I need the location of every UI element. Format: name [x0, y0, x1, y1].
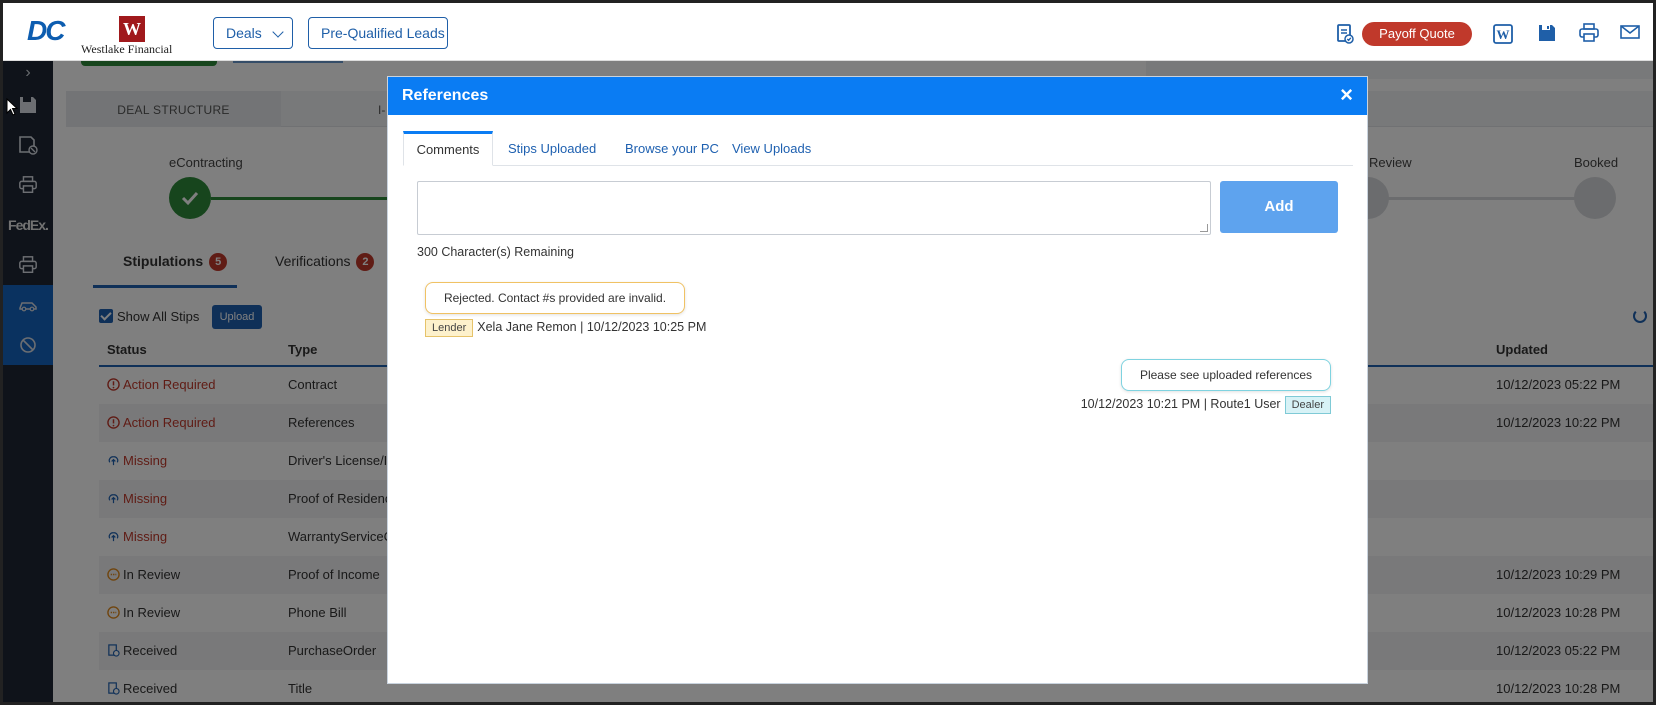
- dealer-comment-author: 10/12/2023 10:21 PM | Route1 User: [1080, 397, 1281, 411]
- references-modal: References × Comments Stips Uploaded Bro…: [387, 76, 1368, 684]
- add-comment-button[interactable]: Add: [1220, 181, 1338, 233]
- word-icon[interactable]: W: [1492, 23, 1514, 45]
- lender-comment-meta: Lender Xela Jane Remon | 10/12/2023 10:25…: [425, 319, 706, 337]
- save-icon[interactable]: [1537, 23, 1559, 45]
- dealer-comment-meta: 10/12/2023 10:21 PM | Route1 User Dealer: [1081, 396, 1331, 414]
- chevron-down-icon: [272, 26, 284, 38]
- modal-title: References: [402, 87, 489, 104]
- close-icon[interactable]: ×: [1340, 83, 1353, 107]
- westlake-logo-text: Westlake Financial: [81, 42, 173, 56]
- modal-tabs: Comments Stips Uploaded Browse your PC V…: [403, 131, 1353, 166]
- tab-browse-your-pc[interactable]: Browse your PC: [625, 131, 719, 166]
- document-check-icon[interactable]: [1335, 23, 1357, 45]
- lender-comment-author: Xela Jane Remon | 10/12/2023 10:25 PM: [477, 320, 707, 334]
- pre-qualified-leads-button[interactable]: Pre-Qualified Leads: [308, 17, 448, 49]
- mail-icon[interactable]: [1619, 23, 1641, 45]
- tab-comments[interactable]: Comments: [403, 131, 493, 166]
- print-icon[interactable]: [1578, 23, 1600, 45]
- deals-dropdown[interactable]: Deals: [213, 17, 293, 49]
- dealer-tag: Dealer: [1284, 396, 1331, 414]
- modal-header: References ×: [388, 77, 1367, 115]
- dealer-comment-bubble: Please see uploaded references: [1121, 359, 1331, 391]
- comment-input[interactable]: [417, 181, 1211, 235]
- characters-remaining: 300 Character(s) Remaining: [417, 245, 575, 259]
- deals-label: Deals: [226, 25, 262, 41]
- app-window: DC W Westlake Financial Deals Pre-Qualif…: [0, 0, 1656, 705]
- svg-text:W: W: [1497, 27, 1510, 42]
- tab-stips-uploaded[interactable]: Stips Uploaded: [508, 131, 596, 166]
- resize-handle-icon[interactable]: [1200, 224, 1208, 232]
- westlake-badge: W: [119, 16, 145, 42]
- payoff-quote-button[interactable]: Payoff Quote: [1362, 22, 1472, 46]
- mouse-cursor-icon: [6, 98, 18, 116]
- lender-comment-bubble: Rejected. Contact #s provided are invali…: [425, 282, 685, 314]
- lender-tag: Lender: [425, 319, 474, 337]
- tab-view-uploads[interactable]: View Uploads: [732, 131, 811, 166]
- top-bar: DC W Westlake Financial Deals Pre-Qualif…: [3, 3, 1653, 61]
- dc-logo[interactable]: DC: [27, 15, 65, 47]
